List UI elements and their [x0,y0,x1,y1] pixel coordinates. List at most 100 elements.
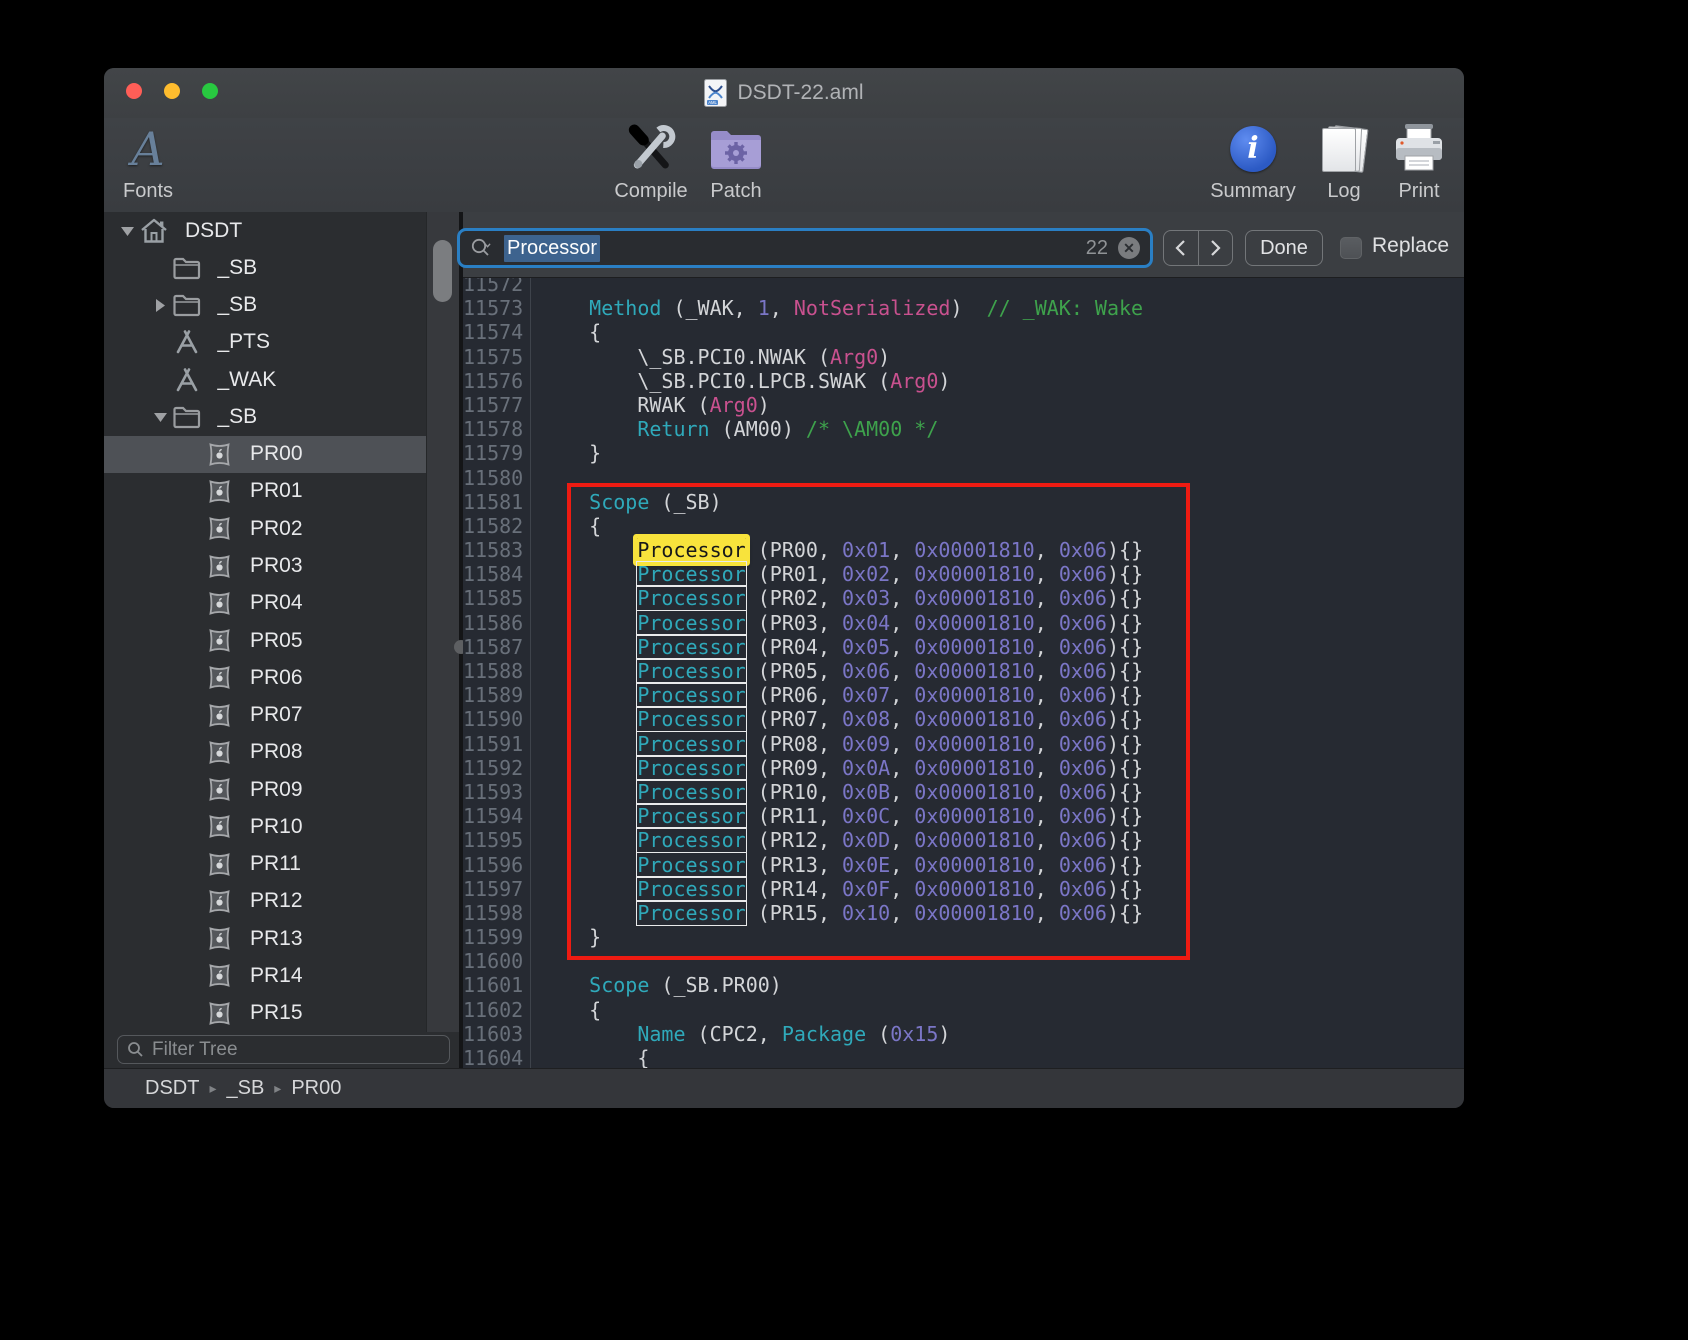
sidebar-item-pr14-20[interactable]: PR14 [104,957,459,994]
processor-icon [207,627,232,654]
code-line[interactable]: 11579 } [463,441,1464,465]
sidebar-item-pr13-19[interactable]: PR13 [104,920,459,957]
sidebar-item-wak-4[interactable]: _WAK [104,361,459,398]
method-icon-slot [172,329,202,355]
tree-item-label: PR08 [250,740,303,764]
sidebar-item-dsdt-0[interactable]: DSDT [104,212,439,249]
sidebar-scrollbar-track[interactable] [426,212,459,1032]
compile-button[interactable]: Compile [614,120,687,203]
processor-icon-slot [204,590,234,617]
sidebar-item-pr02-8[interactable]: PR02 [104,510,459,547]
print-button[interactable]: Print [1393,120,1445,203]
tree-item-label: DSDT [185,219,242,243]
code-line[interactable]: 11577 RWAK (Arg0) [463,393,1464,417]
print-label: Print [1393,180,1445,203]
code-editor[interactable]: 1157211573 Method (_WAK, 1, NotSerialize… [463,278,1464,1068]
breadcrumb: DSDT▸_SB▸PR00 [104,1068,1464,1108]
sidebar-item-sb-1[interactable]: _SB [104,249,459,286]
code-line-text: \_SB.PCI0.NWAK (Arg0) [528,345,890,369]
sidebar-item-pr01-7[interactable]: PR01 [104,473,459,510]
svg-text:AML: AML [709,100,718,105]
line-number: 11600 [463,949,528,973]
minimize-button[interactable] [164,83,180,99]
code-line[interactable]: 11576 \_SB.PCI0.LPCB.SWAK (Arg0) [463,369,1464,393]
sidebar-item-pr08-14[interactable]: PR08 [104,734,459,771]
code-line[interactable]: 11572 [463,278,1464,296]
method-icon [174,367,200,393]
code-line[interactable]: 11574 { [463,320,1464,344]
log-pages-icon [1319,124,1369,174]
replace-checkbox[interactable] [1340,237,1362,259]
line-number: 11601 [463,973,528,997]
find-next-button[interactable] [1199,231,1233,265]
close-button[interactable] [126,83,142,99]
folder-icon [172,293,202,317]
sidebar-item-pr03-9[interactable]: PR03 [104,547,459,584]
acpi-tree: DSDT_SB_SB_PTS_WAK_SBPR00PR01PR02PR03PR0… [104,212,459,1032]
fonts-button[interactable]: A Fonts [123,120,173,203]
disclosure-closed-icon[interactable] [155,299,165,312]
disclosure-slot[interactable] [149,412,172,422]
line-number: 11594 [463,804,528,828]
tree-item-label: PR05 [250,629,303,653]
tree-item-label: PR01 [250,479,303,503]
code-line[interactable]: 11602 { [463,998,1464,1022]
sidebar-item-pr12-18[interactable]: PR12 [104,883,459,920]
log-button[interactable]: Log [1319,120,1369,203]
processor-icon [207,776,232,803]
line-number: 11598 [463,901,528,925]
disclosure-open-icon[interactable] [154,412,167,422]
processor-icon-slot [204,441,234,468]
line-number: 11593 [463,780,528,804]
sidebar-item-pts-3[interactable]: _PTS [104,324,459,361]
sidebar-item-pr00-6[interactable]: PR00 [104,436,459,473]
disclosure-slot[interactable] [149,299,172,312]
breadcrumb-item-dsdt[interactable]: DSDT [145,1077,199,1100]
code-line[interactable]: 11578 Return (AM00) /* \AM00 */ [463,417,1464,441]
done-button[interactable]: Done [1245,230,1323,266]
tree-item-label: _SB [218,405,258,429]
disclosure-open-icon[interactable] [121,226,134,236]
clear-search-button[interactable]: ✕ [1118,237,1140,259]
summary-button[interactable]: i Summary [1210,120,1296,203]
sidebar-item-pr05-11[interactable]: PR05 [104,622,459,659]
code-line-text: { [528,998,601,1022]
sidebar-item-pr11-17[interactable]: PR11 [104,846,459,883]
sidebar-item-sb-2[interactable]: _SB [104,287,459,324]
sidebar-item-pr07-13[interactable]: PR07 [104,696,459,733]
line-number: 11586 [463,611,528,635]
code-line[interactable]: 11601 Scope (_SB.PR00) [463,973,1464,997]
processor-icon [207,1000,232,1027]
disclosure-slot[interactable] [116,226,139,236]
breadcrumb-item-sb[interactable]: _SB [226,1077,264,1100]
summary-label: Summary [1210,180,1296,203]
find-previous-button[interactable] [1164,231,1199,265]
search-scope-menu[interactable] [470,237,496,259]
code-line[interactable]: 11604 { [463,1046,1464,1068]
search-field[interactable]: Processor 22 ✕ [457,228,1153,268]
tree-item-label: PR04 [250,591,303,615]
sidebar-item-sb-5[interactable]: _SB [104,398,459,435]
sidebar: DSDT_SB_SB_PTS_WAK_SBPR00PR01PR02PR03PR0… [104,212,459,1068]
breadcrumb-separator-icon: ▸ [209,1080,216,1097]
sidebar-item-pr15-21[interactable]: PR15 [104,995,459,1032]
patch-label: Patch [708,180,764,203]
match-count: 22 [1086,237,1108,260]
filter-tree-input[interactable]: Filter Tree [117,1035,450,1064]
sidebar-item-pr06-12[interactable]: PR06 [104,659,459,696]
sidebar-item-pr09-15[interactable]: PR09 [104,771,459,808]
zoom-button[interactable] [202,83,218,99]
breadcrumb-item-pr00[interactable]: PR00 [291,1077,341,1100]
folder-icon-slot [172,293,202,317]
sidebar-item-pr10-16[interactable]: PR10 [104,808,459,845]
sidebar-scrollbar-thumb[interactable] [433,240,452,302]
tree-item-label: PR13 [250,927,303,951]
sidebar-item-pr04-10[interactable]: PR04 [104,585,459,622]
code-line[interactable]: 11575 \_SB.PCI0.NWAK (Arg0) [463,345,1464,369]
code-line[interactable]: 11603 Name (CPC2, Package (0x15) [463,1022,1464,1046]
search-query[interactable]: Processor [504,235,600,262]
processor-icon-slot [204,515,234,542]
patch-button[interactable]: Patch [708,120,764,203]
code-line[interactable]: 11573 Method (_WAK, 1, NotSerialized) //… [463,296,1464,320]
line-number: 11595 [463,828,528,852]
